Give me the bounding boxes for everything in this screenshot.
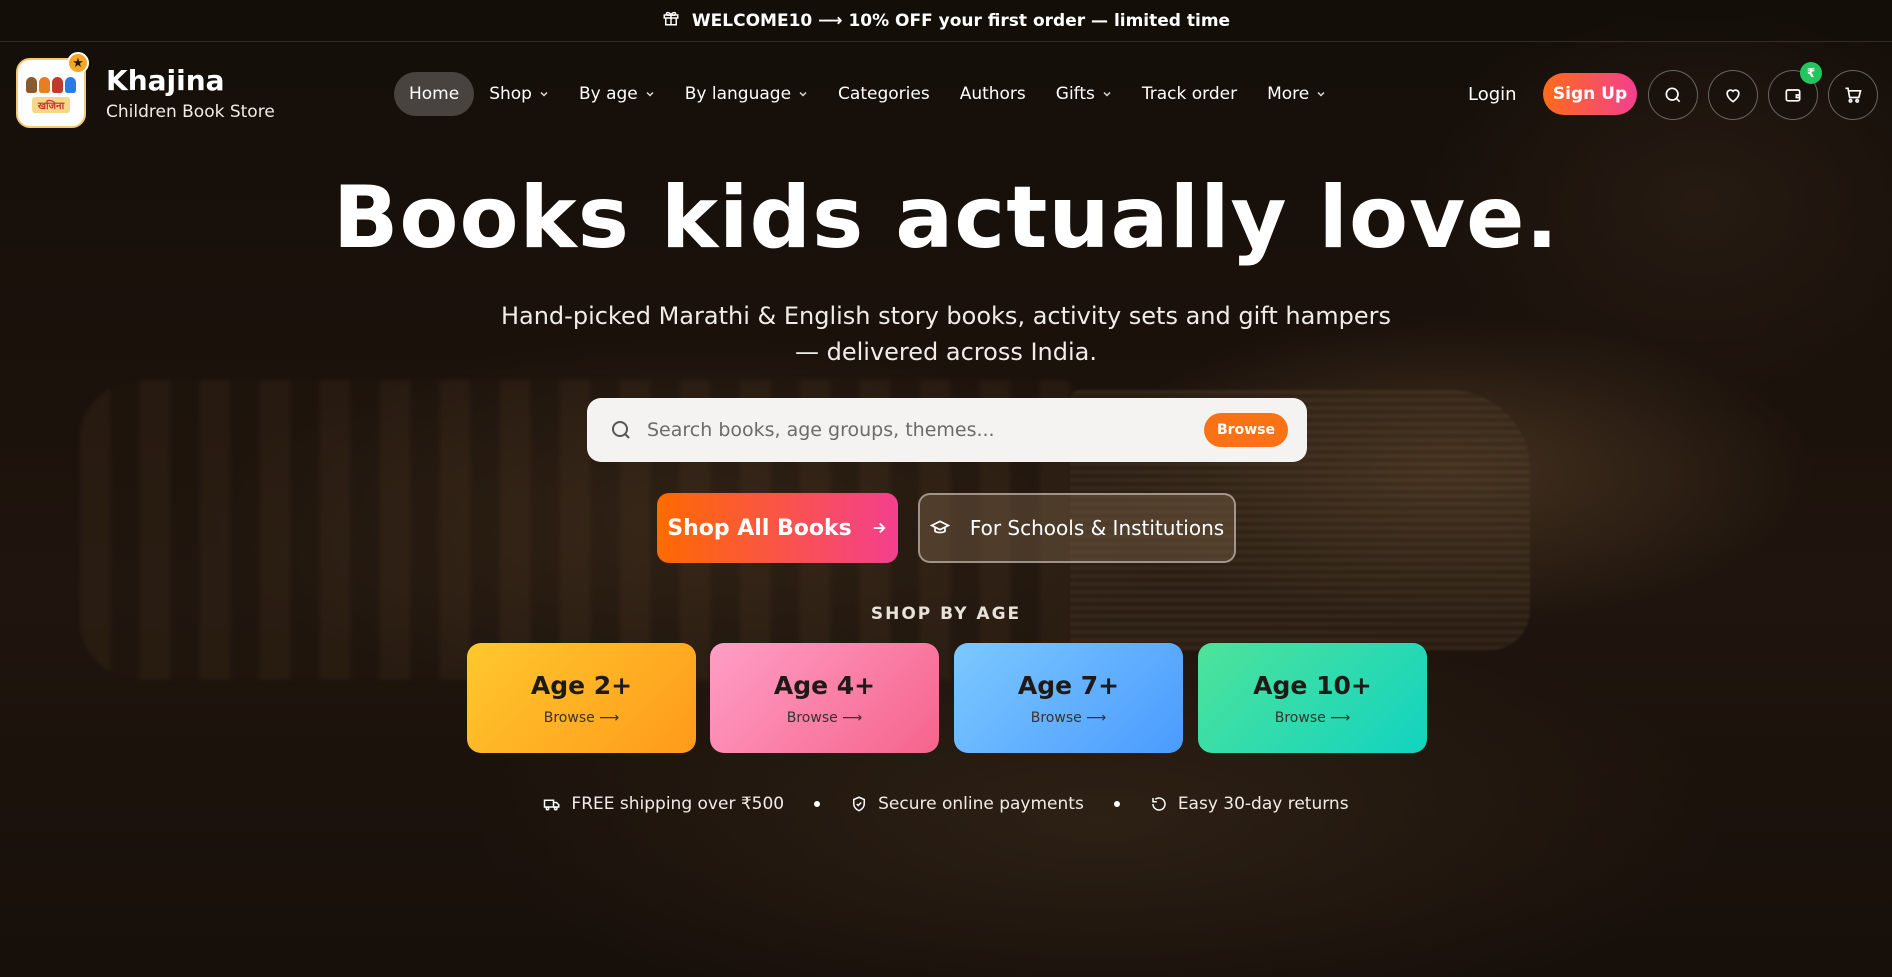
hero-search-bar: Browse [587, 398, 1307, 462]
nav-item-authors[interactable]: Authors [945, 72, 1041, 116]
trust-returns: Easy 30-day returns [1150, 794, 1349, 814]
hero-subtitle-line2: — delivered across India. [795, 338, 1097, 366]
trust-payments-text: Secure online payments [878, 794, 1084, 814]
age-card-title: Age 2+ [530, 670, 633, 700]
nav-item-categories[interactable]: Categories [823, 72, 945, 116]
nav-label: Track order [1141, 84, 1238, 104]
nav-label: By language [684, 84, 792, 104]
signup-button[interactable]: Sign Up [1543, 73, 1637, 115]
star-icon: ★ [67, 52, 89, 74]
chevron-down-icon [1103, 91, 1111, 97]
brand-name[interactable]: Khajina [106, 64, 225, 97]
nav-item-by-age[interactable]: By age [564, 72, 670, 116]
shield-icon [853, 796, 866, 812]
separator-dot [814, 801, 821, 807]
login-link[interactable]: Login [1468, 84, 1517, 105]
nav-label: Gifts [1055, 84, 1095, 104]
trust-payments: Secure online payments [850, 794, 1084, 814]
trust-shipping: FREE shipping over ₹500 [543, 794, 784, 814]
schools-institutions-button[interactable]: For Schools & Institutions [918, 493, 1236, 563]
graduation-cap-icon [929, 520, 950, 534]
nav-item-track-order[interactable]: Track order [1127, 72, 1252, 116]
trust-returns-text: Easy 30-day returns [1177, 794, 1349, 814]
chevron-down-icon [540, 91, 548, 97]
gift-icon [662, 9, 680, 32]
age-card-title: Age 7+ [1017, 670, 1120, 700]
brand-tagline: Children Book Store [106, 102, 275, 122]
nav-item-home[interactable]: Home [394, 72, 475, 116]
logo-kids-illustration [26, 77, 76, 93]
nav-item-shop[interactable]: Shop [474, 72, 564, 116]
trust-strip: FREE shipping over ₹500 Secure online pa… [0, 794, 1892, 814]
main-nav: Home Shop By age By language Categories … [394, 72, 1341, 116]
nav-label: Categories [838, 84, 930, 104]
hero-subtitle: Hand-picked Marathi & English story book… [496, 298, 1396, 370]
age-card-browse: Browse ⟶ [543, 709, 620, 726]
background-shade [0, 0, 1892, 977]
shop-by-age-heading: SHOP BY AGE [870, 604, 1022, 624]
search-button[interactable] [1648, 70, 1698, 120]
hero-title: Books kids actually love. [332, 168, 1560, 268]
age-card-4plus[interactable]: Age 4+ Browse ⟶ [710, 643, 939, 753]
search-icon [612, 421, 630, 439]
age-card-browse: Browse ⟶ [1274, 709, 1351, 726]
nav-label: Authors [959, 84, 1026, 104]
wallet-badge: ₹ [1800, 62, 1822, 84]
nav-item-more[interactable]: More [1252, 72, 1341, 116]
schools-institutions-label: For Schools & Institutions [969, 516, 1225, 540]
announcement-bar: WELCOME10 ⟶ 10% OFF your first order — l… [0, 0, 1892, 42]
announcement-text: WELCOME10 ⟶ 10% OFF your first order — l… [691, 10, 1231, 31]
wishlist-button[interactable] [1708, 70, 1758, 120]
logo-text: खजिना [31, 97, 71, 113]
nav-item-gifts[interactable]: Gifts [1041, 72, 1127, 116]
age-card-title: Age 4+ [773, 670, 876, 700]
chevron-down-icon [1317, 91, 1325, 97]
shop-all-books-button[interactable]: Shop All Books [657, 493, 898, 563]
cart-button[interactable] [1828, 70, 1878, 120]
wallet-icon [1785, 89, 1801, 102]
age-card-title: Age 10+ [1253, 670, 1372, 700]
arrow-right-icon [873, 522, 886, 534]
shop-all-books-label: Shop All Books [667, 515, 852, 541]
search-input[interactable] [647, 412, 1167, 448]
nav-label: Home [409, 84, 460, 104]
cart-icon [1845, 87, 1862, 103]
age-card-7plus[interactable]: Age 7+ Browse ⟶ [954, 643, 1183, 753]
refresh-icon [1152, 797, 1166, 811]
separator-dot [1113, 801, 1120, 807]
age-card-10plus[interactable]: Age 10+ Browse ⟶ [1198, 643, 1427, 753]
nav-label: Shop [489, 84, 532, 104]
age-card-2plus[interactable]: Age 2+ Browse ⟶ [467, 643, 696, 753]
heart-icon [1726, 89, 1740, 103]
age-card-browse: Browse ⟶ [1030, 709, 1107, 726]
chevron-down-icon [646, 91, 654, 97]
nav-label: By age [578, 84, 638, 104]
search-icon [1665, 87, 1681, 103]
age-card-browse: Browse ⟶ [786, 709, 863, 726]
nav-item-by-language[interactable]: By language [670, 72, 823, 116]
browse-button[interactable]: Browse [1204, 413, 1288, 447]
chevron-down-icon [799, 91, 807, 97]
truck-icon [544, 799, 560, 811]
hero-subtitle-line1: Hand-picked Marathi & English story book… [500, 302, 1392, 330]
site-header: खजिना ★ Khajina Children Book Store Home… [0, 42, 1892, 144]
nav-label: More [1267, 84, 1310, 104]
trust-shipping-text: FREE shipping over ₹500 [571, 794, 785, 814]
